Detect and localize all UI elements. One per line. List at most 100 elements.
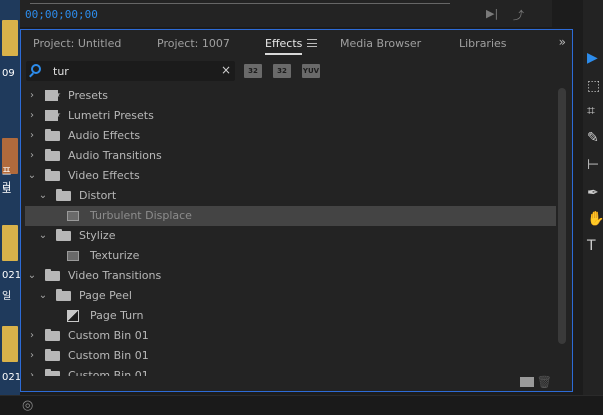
tree-row[interactable]: ⌄ Stylize xyxy=(25,226,556,246)
desktop-label: 일 xyxy=(2,291,12,302)
tree-row-label: Audio Effects xyxy=(68,129,141,142)
status-bar: ◎ xyxy=(0,395,603,415)
new-bin-icon[interactable] xyxy=(520,377,534,387)
chevron-right-icon[interactable]: › xyxy=(27,326,37,346)
tree-row[interactable]: ⌄ Distort xyxy=(25,186,556,206)
tree-row-label: Page Turn xyxy=(90,309,144,322)
panel-tab-bar: Project: Untitled Project: 1007 Effects … xyxy=(21,30,572,58)
tree-row[interactable]: Page Turn xyxy=(25,306,556,326)
tree-row[interactable]: › Presets xyxy=(25,86,556,106)
desktop-file-icon[interactable] xyxy=(2,20,18,56)
tree-row[interactable]: › Custom Bin 01 xyxy=(25,346,556,366)
effects-search-input[interactable] xyxy=(53,63,213,79)
tree-row[interactable]: › Lumetri Presets xyxy=(25,105,556,126)
timecode-display[interactable]: 00;00;00;00 xyxy=(25,8,98,21)
tree-row-label: Distort xyxy=(79,189,117,202)
tree-row-label: Presets xyxy=(68,89,109,102)
chevron-right-icon[interactable]: › xyxy=(27,106,37,126)
tree-row[interactable]: Turbulent Displace xyxy=(25,206,556,226)
ripple-edit-tool-icon[interactable]: ⌗ xyxy=(587,103,595,119)
tree-row-label: Lumetri Presets xyxy=(68,109,154,122)
tree-row[interactable]: › Audio Transitions xyxy=(25,146,556,166)
folder-icon xyxy=(56,189,71,201)
folder-icon xyxy=(45,149,60,161)
folder-icon xyxy=(45,269,60,281)
effects-tree: › Presets › Lumetri Presets › Audio Effects › A… xyxy=(25,86,556,376)
tree-row-label: Audio Transitions xyxy=(68,149,162,162)
search-icon xyxy=(31,64,41,74)
razor-tool-icon[interactable]: ✎ xyxy=(587,130,599,146)
tree-row-label: Video Effects xyxy=(68,169,140,182)
track-select-tool-icon[interactable]: ⬚ xyxy=(587,78,600,94)
tree-row-label: Texturize xyxy=(90,249,140,262)
tree-row[interactable]: › Custom Bin 01 xyxy=(25,326,556,346)
tree-row-label: Page Peel xyxy=(79,289,132,302)
chevron-right-icon[interactable]: › xyxy=(27,146,37,166)
tab-project-1007[interactable]: Project: 1007 xyxy=(157,37,230,50)
desktop-strip: 09 프리 로 021 일 021 xyxy=(0,0,22,395)
folder-icon xyxy=(45,129,60,141)
vertical-scrollbar[interactable] xyxy=(558,88,566,344)
chevron-right-icon[interactable]: › xyxy=(27,346,37,366)
folder-icon xyxy=(56,289,71,301)
folder-icon xyxy=(45,169,60,181)
chevron-down-icon[interactable]: ⌄ xyxy=(27,166,37,186)
preset-folder-icon xyxy=(45,105,61,125)
panel-menu-icon[interactable] xyxy=(307,39,317,47)
tree-row-label: Video Transitions xyxy=(68,269,162,282)
more-panels-icon[interactable]: » xyxy=(559,35,566,49)
tree-row[interactable]: › Audio Effects xyxy=(25,126,556,146)
desktop-label: 021 xyxy=(2,372,22,383)
32bit-color-filter-icon[interactable]: 32 xyxy=(273,64,291,78)
tab-media-browser[interactable]: Media Browser xyxy=(340,37,421,50)
accelerated-effects-filter-icon[interactable]: 32 xyxy=(244,64,262,78)
effects-search-box[interactable]: × xyxy=(26,61,235,81)
tree-row-label: Turbulent Displace xyxy=(90,209,192,222)
folder-icon xyxy=(45,329,60,341)
export-frame-icon[interactable]: ⤴ xyxy=(513,7,524,23)
folder-icon xyxy=(56,229,71,241)
tree-row[interactable]: Texturize xyxy=(25,246,556,266)
selection-tool-icon[interactable]: ▶ xyxy=(587,50,598,66)
preset-folder-icon xyxy=(45,86,61,105)
chevron-down-icon[interactable]: ⌄ xyxy=(38,226,48,246)
chevron-down-icon[interactable]: ⌄ xyxy=(27,266,37,286)
panel-footer: 🗑 xyxy=(21,373,572,391)
yuv-filter-icon[interactable]: YUV xyxy=(302,64,320,78)
tree-row[interactable]: ⌄ Video Transitions xyxy=(25,266,556,286)
desktop-file-icon[interactable] xyxy=(2,326,18,362)
transition-icon xyxy=(67,310,79,322)
tab-libraries[interactable]: Libraries xyxy=(459,37,507,50)
tree-row[interactable]: ⌄ Page Peel xyxy=(25,286,556,306)
effect-icon xyxy=(67,211,79,221)
hand-tool-icon[interactable]: ✋ xyxy=(587,211,603,227)
type-tool-icon[interactable]: T xyxy=(587,238,596,254)
slip-tool-icon[interactable]: ⊢ xyxy=(587,157,599,173)
timeline-strip: 00;00;00;00 ▶| ⤴ xyxy=(20,0,552,27)
tools-panel: ▶ ⬚ ⌗ ✎ ⊢ ✒ ✋ T xyxy=(583,0,603,395)
app-window: 09 프리 로 021 일 021 00;00;00;00 ▶| ⤴ Proje… xyxy=(0,0,603,415)
folder-icon xyxy=(45,349,60,361)
desktop-label: 로 xyxy=(2,185,12,196)
desktop-label: 021 xyxy=(2,270,22,281)
effects-panel: Project: Untitled Project: 1007 Effects … xyxy=(20,29,573,392)
chevron-down-icon[interactable]: ⌄ xyxy=(38,286,48,306)
effect-icon xyxy=(67,251,79,261)
tree-row-label: Custom Bin 01 xyxy=(68,349,149,362)
clear-search-icon[interactable]: × xyxy=(221,63,231,77)
tab-project-untitled[interactable]: Project: Untitled xyxy=(33,37,121,50)
tree-row-label: Stylize xyxy=(79,229,116,242)
delete-icon[interactable]: 🗑 xyxy=(537,375,552,389)
render-status-icon[interactable]: ◎ xyxy=(22,398,33,413)
chevron-right-icon[interactable]: › xyxy=(27,126,37,146)
desktop-label: 09 xyxy=(2,68,15,79)
chevron-right-icon[interactable]: › xyxy=(27,86,37,106)
tree-row[interactable]: ⌄ Video Effects xyxy=(25,166,556,186)
chevron-down-icon[interactable]: ⌄ xyxy=(38,186,48,206)
tree-row-label: Custom Bin 01 xyxy=(68,329,149,342)
step-forward-icon[interactable]: ▶| xyxy=(486,7,498,20)
pen-tool-icon[interactable]: ✒ xyxy=(587,185,599,201)
search-row: × 32 32 YUV xyxy=(21,60,572,84)
timeline-scrollbar[interactable] xyxy=(30,0,450,4)
desktop-file-icon[interactable] xyxy=(2,225,18,261)
